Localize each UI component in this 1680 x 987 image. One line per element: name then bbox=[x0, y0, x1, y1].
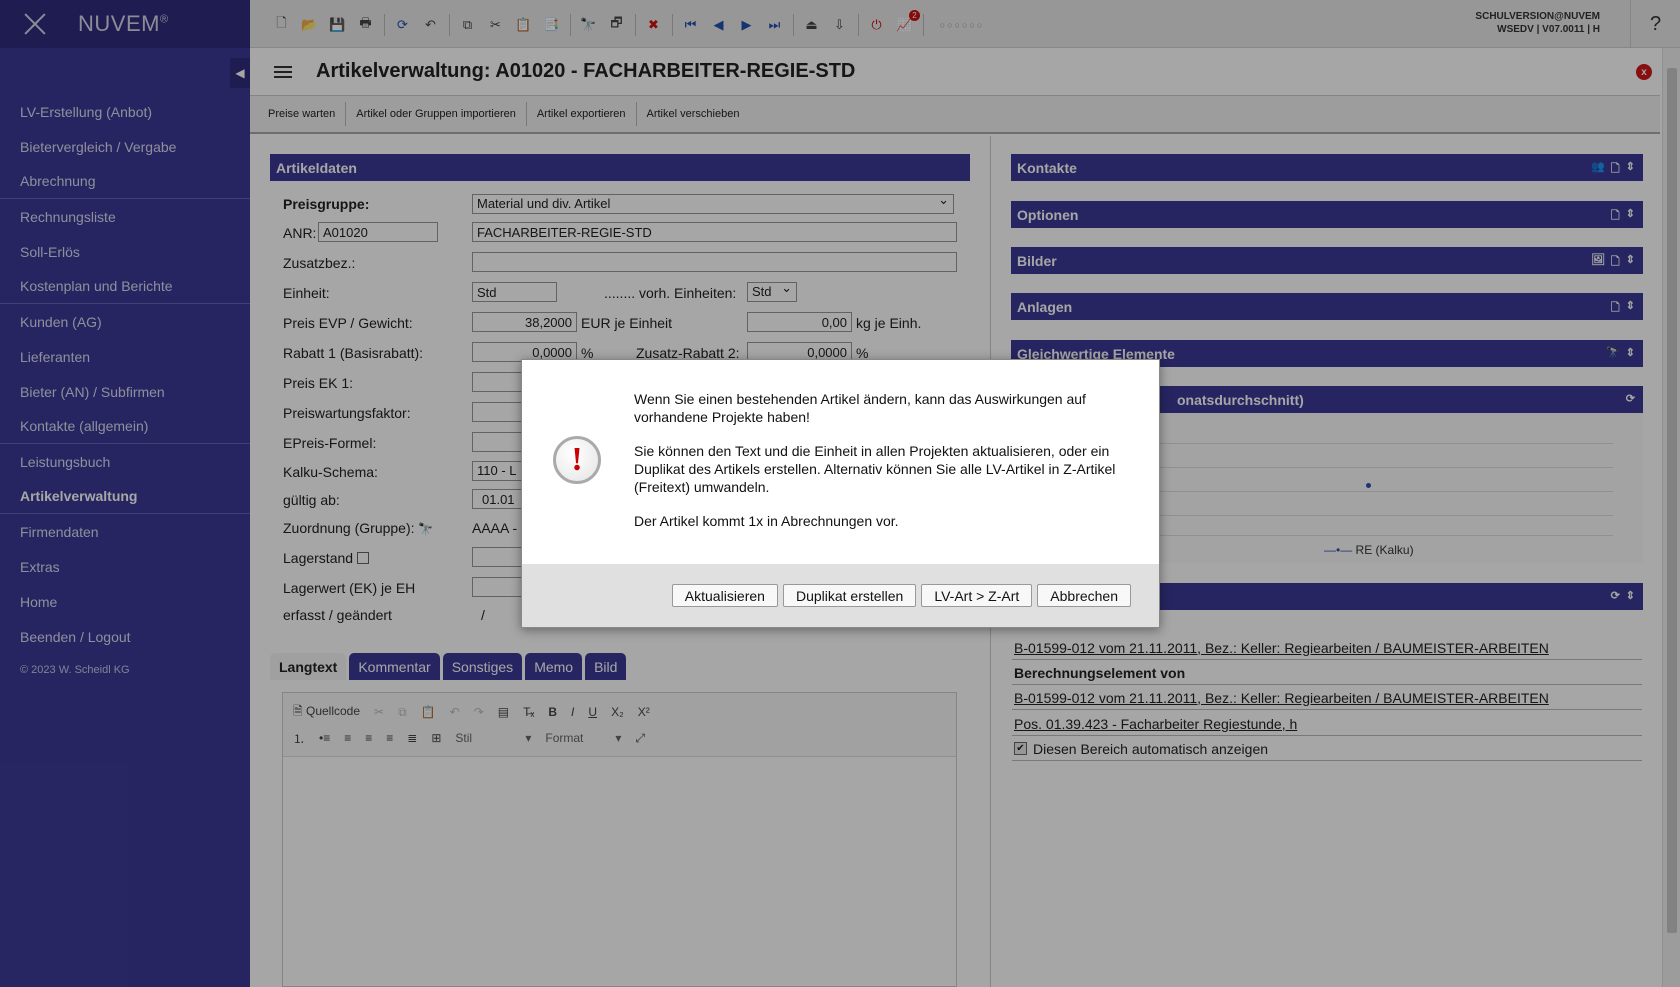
warning-exclamation-icon: ! bbox=[553, 436, 601, 484]
abbrechen-button[interactable]: Abbrechen bbox=[1037, 584, 1131, 607]
convert-to-z-art-button[interactable]: LV-Art > Z-Art bbox=[921, 584, 1033, 607]
warning-dialog: ! Wenn Sie einen bestehenden Artikel änd… bbox=[521, 359, 1160, 628]
dialog-line-2: Sie können den Text und die Einheit in a… bbox=[634, 443, 1116, 495]
aktualisieren-button[interactable]: Aktualisieren bbox=[671, 584, 778, 607]
dialog-line-3: Der Artikel kommt 1x in Abrechnungen vor… bbox=[634, 513, 899, 529]
duplikat-erstellen-button[interactable]: Duplikat erstellen bbox=[782, 584, 917, 607]
dialog-line-1: Wenn Sie einen bestehenden Artikel änder… bbox=[634, 391, 1086, 425]
dialog-message: Wenn Sie einen bestehenden Artikel änder… bbox=[634, 390, 1134, 546]
dialog-footer: Aktualisieren Duplikat erstellen LV-Art … bbox=[522, 564, 1159, 627]
